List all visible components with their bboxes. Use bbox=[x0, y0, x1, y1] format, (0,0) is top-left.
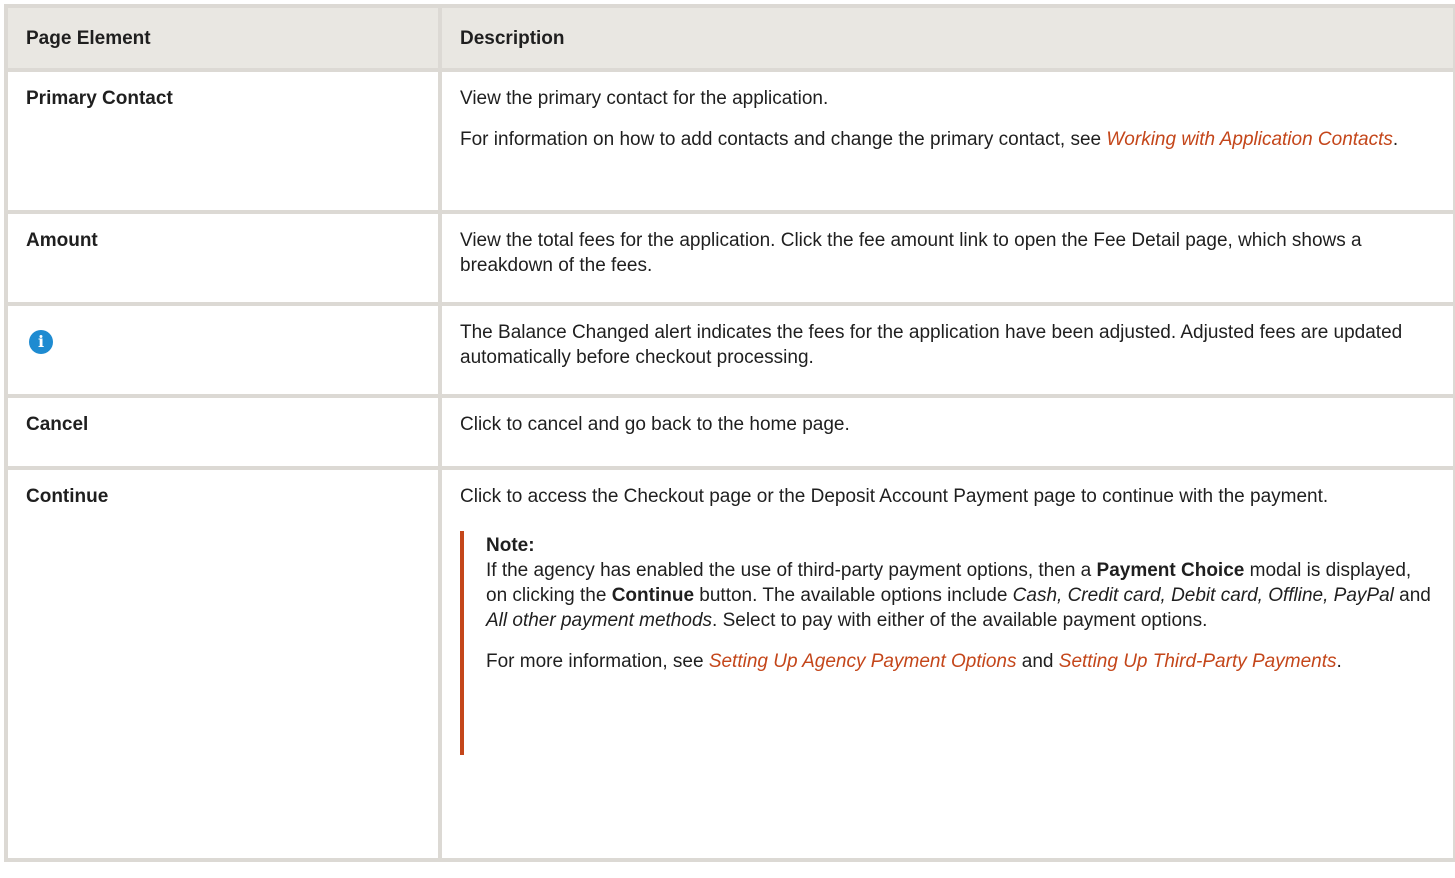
note-title: Note: bbox=[486, 535, 535, 556]
continue-text: Continue bbox=[611, 585, 695, 606]
setting-up-agency-payment-options-link[interactable]: Setting Up Agency Payment Options bbox=[709, 651, 1017, 672]
note-more-info: For more information, see Setting Up Age… bbox=[486, 651, 1342, 672]
table-row: Amount View the total fees for the appli… bbox=[4, 210, 1455, 306]
table-row: Cancel Click to cancel and go back to th… bbox=[4, 394, 1455, 470]
description-text: View the primary contact for the applica… bbox=[460, 88, 829, 109]
info-icon: i bbox=[29, 330, 53, 354]
description-cancel: Click to cancel and go back to the home … bbox=[438, 394, 1455, 470]
column-header-description: Description bbox=[438, 4, 1455, 72]
column-header-page-element: Page Element bbox=[4, 4, 442, 72]
description-text: For information on how to add contacts a… bbox=[460, 129, 1399, 150]
description-continue: Click to access the Checkout page or the… bbox=[438, 466, 1455, 862]
payment-choice-text: Payment Choice bbox=[1096, 560, 1245, 581]
note-callout: Note: If the agency has enabled the use … bbox=[460, 531, 1453, 755]
table-row: Continue Click to access the Checkout pa… bbox=[4, 466, 1455, 862]
table-row: i The Balance Changed alert indicates th… bbox=[4, 302, 1455, 398]
element-continue: Continue bbox=[4, 466, 442, 862]
description-text: Click to access the Checkout page or the… bbox=[460, 486, 1329, 507]
working-with-application-contacts-link[interactable]: Working with Application Contacts bbox=[1106, 129, 1393, 150]
element-cancel: Cancel bbox=[4, 394, 442, 470]
description-primary-contact: View the primary contact for the applica… bbox=[438, 68, 1455, 214]
element-amount: Amount bbox=[4, 210, 442, 306]
description-balance-changed: The Balance Changed alert indicates the … bbox=[438, 302, 1455, 398]
table-header-row: Page Element Description bbox=[4, 4, 1455, 72]
page-element-table: Page Element Description Primary Contact… bbox=[4, 4, 1455, 862]
table-row: Primary Contact View the primary contact… bbox=[4, 68, 1455, 214]
note-text: If the agency has enabled the use of thi… bbox=[486, 560, 1431, 631]
element-info-icon-cell: i bbox=[4, 302, 442, 398]
setting-up-third-party-payments-link[interactable]: Setting Up Third-Party Payments bbox=[1059, 651, 1337, 672]
description-amount: View the total fees for the application.… bbox=[438, 210, 1455, 306]
element-primary-contact: Primary Contact bbox=[4, 68, 442, 214]
